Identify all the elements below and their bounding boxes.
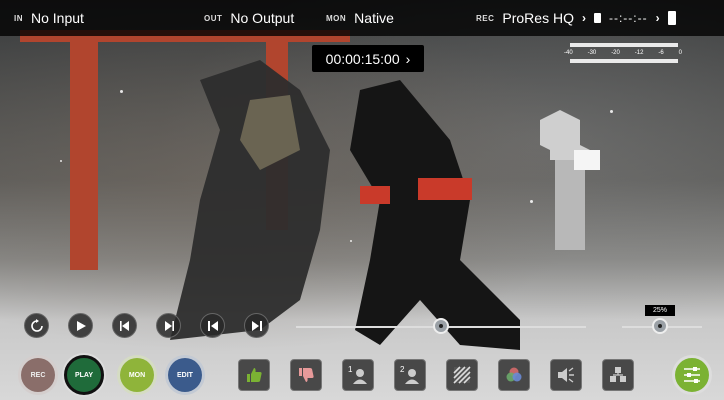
audio-meter-bar-top [570, 43, 678, 47]
battery-icon [667, 11, 676, 25]
mon-mode-button[interactable]: MON [117, 355, 157, 395]
record-codec: ProRes HQ [502, 10, 574, 26]
loop-icon [30, 318, 43, 332]
svg-text:1: 1 [348, 365, 353, 374]
audio-meter-bar-bottom [570, 59, 678, 63]
input-1-button[interactable]: 1 [342, 359, 374, 391]
rec-mode-button[interactable]: REC [18, 355, 58, 395]
record-time: --:--:-- [608, 11, 648, 25]
edit-mode-button[interactable]: EDIT [165, 355, 205, 395]
meter-tick: -20 [611, 50, 620, 56]
chevron-right-icon: › [405, 50, 411, 67]
meter-tick: -12 [634, 50, 644, 56]
monitor-status[interactable]: MON Native [326, 0, 394, 36]
meter-tick: -40 [564, 50, 573, 56]
next-frame-button[interactable] [156, 313, 181, 338]
input-value: No Input [31, 10, 84, 26]
layout-button[interactable] [602, 359, 634, 391]
prev-frame-button[interactable] [112, 313, 137, 338]
layout-icon [610, 367, 626, 382]
record-status[interactable]: REC ProRes HQ › --:--:-- › [476, 0, 676, 36]
skip-start-button[interactable] [200, 313, 225, 338]
input-status[interactable]: IN No Input [14, 0, 84, 36]
zoom-handle[interactable] [651, 318, 668, 334]
output-tag: OUT [204, 13, 223, 23]
tag-reject-button[interactable] [290, 359, 322, 391]
color-channels-icon [506, 367, 522, 382]
meter-tick: 0 [678, 50, 682, 56]
monitor-value: Native [354, 10, 394, 26]
input-1-icon: 1 [348, 365, 367, 384]
play-icon [76, 320, 86, 331]
monitor-tag: MON [326, 13, 347, 23]
timecode-value: 00:00:15:00 [325, 50, 400, 67]
input-2-icon: 2 [400, 365, 419, 384]
play-mode-button[interactable]: PLAY [64, 355, 104, 395]
color-channels-button[interactable] [498, 359, 530, 391]
prev-frame-icon [119, 320, 129, 331]
status-bar: IN No Input OUT No Output MON Native REC… [0, 0, 724, 36]
play-button[interactable] [68, 313, 93, 338]
chevron-right-icon: › [655, 11, 660, 25]
disk-icon [593, 13, 601, 23]
input-2-button[interactable]: 2 [394, 359, 426, 391]
zoom-label: 25% [645, 305, 675, 316]
input-tag: IN [14, 13, 23, 23]
zebra-button[interactable] [446, 359, 478, 391]
audio-button[interactable] [550, 359, 582, 391]
thumbs-down-icon [299, 368, 314, 382]
output-status[interactable]: OUT No Output [204, 0, 294, 36]
meter-tick: -30 [587, 50, 597, 56]
meter-tick: -6 [658, 50, 664, 56]
sliders-icon [684, 367, 700, 383]
svg-text:2: 2 [400, 365, 405, 374]
skip-end-icon [251, 320, 262, 331]
skip-end-button[interactable] [244, 313, 269, 338]
timecode-display[interactable]: 00:00:15:00 › [312, 45, 424, 72]
playhead-handle[interactable] [433, 318, 449, 334]
settings-button[interactable] [672, 355, 712, 395]
next-frame-icon [164, 320, 174, 331]
transport-controls [24, 313, 269, 341]
audio-meter[interactable]: -40 -30 -20 -12 -6 0 [562, 43, 684, 73]
skip-start-icon [207, 320, 218, 331]
audio-meter-scale: -40 -30 -20 -12 -6 0 [564, 50, 682, 56]
audio-icon [558, 367, 574, 383]
zebra-icon [453, 366, 471, 384]
chevron-right-icon: › [581, 11, 586, 25]
record-tag: REC [476, 13, 495, 23]
tag-favorite-button[interactable] [238, 359, 270, 391]
thumbs-up-icon [247, 368, 262, 382]
output-value: No Output [230, 10, 295, 26]
loop-button[interactable] [24, 313, 49, 338]
